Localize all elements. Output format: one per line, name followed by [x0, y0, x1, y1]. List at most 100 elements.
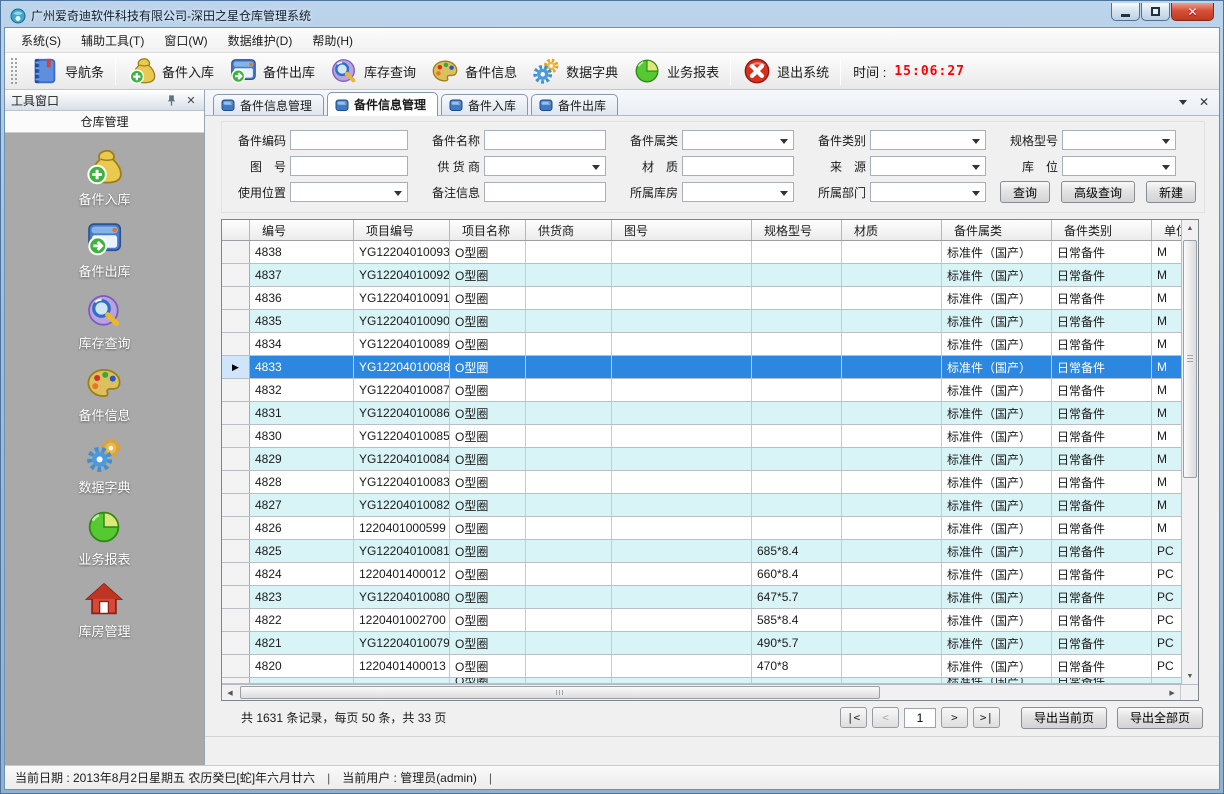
row-selector[interactable] — [222, 379, 250, 401]
grid-column-header[interactable]: 供货商 — [526, 220, 612, 240]
row-selector[interactable] — [222, 655, 250, 677]
tab-parts-info-manage-2-active[interactable]: 备件信息管理 — [327, 92, 438, 116]
grid-column-header[interactable]: 单位 — [1152, 220, 1181, 240]
sidebar-close-icon[interactable]: ✕ — [184, 93, 198, 107]
remark-input[interactable] — [484, 182, 606, 202]
part-code-input[interactable] — [290, 130, 408, 150]
part-category-select[interactable] — [870, 130, 986, 150]
row-selector[interactable] — [222, 402, 250, 424]
vscroll-thumb[interactable] — [1183, 240, 1197, 478]
use-position-select[interactable] — [290, 182, 408, 202]
source-select[interactable] — [870, 156, 986, 176]
row-selector[interactable] — [222, 540, 250, 562]
row-selector[interactable] — [222, 264, 250, 286]
grid-row[interactable]: 4838YG12204010093O型圈标准件（国产）日常备件M — [222, 241, 1181, 264]
minimize-button[interactable] — [1111, 3, 1140, 21]
scroll-left-icon[interactable]: ◀ — [222, 685, 238, 700]
part-attr-select[interactable] — [682, 130, 794, 150]
row-selector[interactable] — [222, 678, 250, 683]
menu-data[interactable]: 数据维护(D) — [218, 28, 303, 53]
sidebar-item-business-report[interactable]: 业务报表 — [78, 507, 130, 568]
row-selector[interactable] — [222, 517, 250, 539]
close-button[interactable]: ✕ — [1171, 3, 1214, 21]
toolbar-exit-system[interactable]: 退出系统 — [735, 54, 836, 88]
prev-page-button[interactable]: < — [872, 707, 899, 728]
grid-column-header[interactable]: 备件属类 — [942, 220, 1052, 240]
grid-row[interactable]: 4829YG12204010084O型圈标准件（国产）日常备件M — [222, 448, 1181, 471]
toolbar-nav-bar[interactable]: 导航条 — [23, 54, 111, 88]
menu-help[interactable]: 帮助(H) — [302, 28, 363, 53]
toolbar-business-report[interactable]: 业务报表 — [625, 54, 726, 88]
row-selector[interactable] — [222, 448, 250, 470]
row-selector[interactable] — [222, 287, 250, 309]
grid-row[interactable]: 4834YG12204010089O型圈标准件（国产）日常备件M — [222, 333, 1181, 356]
toolbar-parts-out[interactable]: 备件出库 — [221, 54, 322, 88]
row-selector[interactable] — [222, 310, 250, 332]
toolbar-data-dictionary[interactable]: 数据字典 — [524, 54, 625, 88]
spec-model-select[interactable] — [1062, 130, 1176, 150]
grid-column-header[interactable]: 规格型号 — [752, 220, 842, 240]
department-select[interactable] — [870, 182, 986, 202]
grid-row[interactable]: 4832YG12204010087O型圈标准件（国产）日常备件M — [222, 379, 1181, 402]
grid-row[interactable]: 4837YG12204010092O型圈标准件（国产）日常备件M — [222, 264, 1181, 287]
grid-row[interactable]: 4827YG12204010082O型圈标准件（国产）日常备件M — [222, 494, 1181, 517]
advanced-query-button[interactable]: 高级查询 — [1061, 181, 1135, 203]
supplier-select[interactable] — [484, 156, 606, 176]
sidebar-item-data-dictionary[interactable]: 数据字典 — [78, 435, 130, 496]
grid-row[interactable]: 48201220401400013O型圈470*8标准件（国产）日常备件PC — [222, 655, 1181, 678]
grid-column-header[interactable]: 项目编号 — [354, 220, 450, 240]
row-selector[interactable] — [222, 586, 250, 608]
grid-row[interactable]: 4821YG12204010079O型圈490*5.7标准件（国产）日常备件PC — [222, 632, 1181, 655]
grid-column-header[interactable]: 图号 — [612, 220, 752, 240]
row-selector[interactable] — [222, 563, 250, 585]
tab-list-chevron-icon[interactable] — [1179, 100, 1187, 109]
location-select[interactable] — [1062, 156, 1176, 176]
tab-parts-info-manage-1[interactable]: 备件信息管理 — [213, 94, 324, 115]
row-selector[interactable] — [222, 425, 250, 447]
grid-row[interactable]: 4831YG12204010086O型圈标准件（国产）日常备件M — [222, 402, 1181, 425]
tab-parts-in[interactable]: 备件入库 — [441, 94, 528, 115]
query-button[interactable]: 查询 — [1000, 181, 1050, 203]
sidebar-item-warehouse-manage[interactable]: 库房管理 — [78, 579, 130, 640]
row-selector[interactable] — [222, 632, 250, 654]
menu-tools[interactable]: 辅助工具(T) — [71, 28, 154, 53]
vertical-scrollbar[interactable]: ▲ ▼ — [1181, 220, 1198, 684]
scroll-right-icon[interactable]: ▶ — [1164, 685, 1180, 700]
toolbar-parts-info[interactable]: 备件信息 — [423, 54, 524, 88]
sidebar-item-parts-info[interactable]: 备件信息 — [78, 363, 130, 424]
part-name-input[interactable] — [484, 130, 606, 150]
pin-icon[interactable] — [164, 93, 178, 107]
grid-row[interactable]: 4825YG12204010081O型圈685*8.4标准件（国产）日常备件PC — [222, 540, 1181, 563]
toolbar-parts-in[interactable]: 备件入库 — [120, 54, 221, 88]
scroll-down-icon[interactable]: ▼ — [1182, 668, 1198, 684]
page-number-input[interactable] — [904, 708, 936, 728]
grid-column-header[interactable]: 备件类别 — [1052, 220, 1152, 240]
last-page-button[interactable]: >| — [973, 707, 1000, 728]
export-all-pages-button[interactable]: 导出全部页 — [1117, 707, 1203, 729]
toolbar-stock-query[interactable]: 库存查询 — [322, 54, 423, 88]
grid-row[interactable]: 4828YG12204010083O型圈标准件（国产）日常备件M — [222, 471, 1181, 494]
toolbar-grip[interactable] — [11, 58, 17, 84]
grid-row[interactable]: 4830YG12204010085O型圈标准件（国产）日常备件M — [222, 425, 1181, 448]
tab-close-icon[interactable]: ✕ — [1199, 95, 1209, 109]
grid-column-header[interactable]: 项目名称 — [450, 220, 526, 240]
grid-column-header[interactable]: 编号 — [250, 220, 354, 240]
menu-window[interactable]: 窗口(W) — [154, 28, 217, 53]
next-page-button[interactable]: > — [941, 707, 968, 728]
grid-row[interactable]: 4836YG12204010091O型圈标准件（国产）日常备件M — [222, 287, 1181, 310]
grid-column-header[interactable]: 材质 — [842, 220, 942, 240]
sidebar-item-parts-out[interactable]: 备件出库 — [78, 219, 130, 280]
maximize-button[interactable] — [1141, 3, 1170, 21]
grid-row[interactable]: 48261220401000599O型圈标准件（国产）日常备件M — [222, 517, 1181, 540]
row-selector[interactable] — [222, 609, 250, 631]
grid-row-selected[interactable]: ▶4833YG12204010088O型圈标准件（国产）日常备件M — [222, 356, 1181, 379]
row-selector[interactable] — [222, 241, 250, 263]
export-current-page-button[interactable]: 导出当前页 — [1021, 707, 1107, 729]
row-selector[interactable] — [222, 471, 250, 493]
grid-row[interactable]: 4835YG12204010090O型圈标准件（国产）日常备件M — [222, 310, 1181, 333]
grid-row[interactable]: 48241220401400012O型圈660*8.4标准件（国产）日常备件PC — [222, 563, 1181, 586]
grid-row[interactable]: 48221220401002700O型圈585*8.4标准件（国产）日常备件PC — [222, 609, 1181, 632]
grid-row[interactable]: 4823YG12204010080O型圈647*5.7标准件（国产）日常备件PC — [222, 586, 1181, 609]
warehouse-select[interactable] — [682, 182, 794, 202]
scroll-up-icon[interactable]: ▲ — [1182, 220, 1198, 236]
